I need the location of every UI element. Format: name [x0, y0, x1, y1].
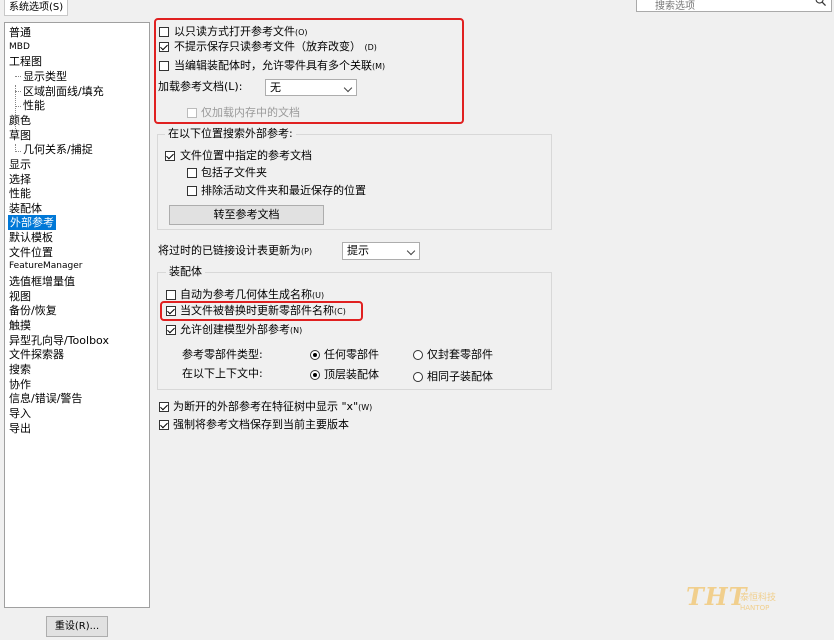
search-locations-title: 在以下位置搜索外部参考:: [165, 127, 296, 141]
chevron-down-icon: [343, 83, 353, 93]
force-save-label: 强制将参考文档保存到当前主要版本: [173, 418, 349, 431]
outdated-design-table-label: 将过时的已链接设计表更新为(P): [158, 244, 313, 257]
tree-item[interactable]: 默认模板: [9, 230, 53, 245]
outdated-design-table-select[interactable]: 提示: [342, 242, 420, 260]
memory-only-label: 仅加载内存中的文档: [201, 106, 300, 119]
company-name: 泰恒科技 HANTOP: [740, 593, 777, 612]
options-tree[interactable]: 普通 MBD 工程图 显示类型 区域剖面线/填充 性能 颜色 草图 几何关系/捕捉 显示 选择 性能装…: [4, 22, 150, 608]
context-same-label: 相同子装配体: [427, 370, 493, 383]
goto-references-button[interactable]: 转至参考文档: [169, 205, 324, 225]
context-top-label: 顶层装配体: [324, 368, 379, 381]
open-readonly-checkbox[interactable]: [159, 27, 169, 37]
tree-item[interactable]: 导入: [9, 406, 31, 421]
context-label: 在以下上下文中:: [182, 367, 263, 380]
ref-type-envelope-radio[interactable]: [413, 350, 423, 360]
exclude-active-checkbox[interactable]: [187, 186, 197, 196]
file-locations-checkbox[interactable]: [165, 151, 175, 161]
tree-item[interactable]: 工程图: [9, 54, 42, 69]
file-locations-label: 文件位置中指定的参考文档: [180, 149, 312, 162]
tree-item[interactable]: 外部参考: [8, 215, 56, 231]
reset-button[interactable]: 重设(R)...: [46, 616, 108, 637]
tree-item[interactable]: 搜索: [9, 362, 31, 377]
company-logo: THT: [686, 582, 748, 611]
tree-item[interactable]: 触摸: [9, 318, 31, 333]
context-same-radio[interactable]: [413, 372, 423, 382]
tree-item[interactable]: 显示类型: [23, 69, 67, 84]
tree-item[interactable]: 普通: [9, 25, 31, 40]
tree-item[interactable]: FeatureManager: [9, 259, 82, 274]
include-subfolders-label: 包括子文件夹: [201, 166, 267, 179]
ref-type-envelope-label: 仅封套零部件: [427, 348, 493, 361]
tree-item[interactable]: 选择: [9, 172, 31, 187]
search-input[interactable]: 搜索选项: [655, 0, 695, 12]
tree-item[interactable]: 文件位置: [9, 245, 53, 260]
multi-context-checkbox[interactable]: [159, 61, 169, 71]
update-names-checkbox[interactable]: [166, 306, 176, 316]
chevron-down-icon: [406, 246, 416, 256]
load-references-label: 加载参考文档(L):: [158, 80, 243, 93]
tree-item[interactable]: 性能: [23, 98, 45, 113]
tree-item[interactable]: 区域剖面线/填充: [23, 84, 104, 99]
tree-item[interactable]: 性能: [9, 186, 31, 201]
ref-type-label: 参考零部件类型:: [182, 348, 263, 361]
tree-connector: [15, 76, 21, 77]
load-references-select[interactable]: 无: [265, 79, 357, 96]
update-names-label: 当文件被替换时更新零部件名称(C): [180, 304, 346, 317]
multi-context-label: 当编辑装配体时，允许零件具有多个关联(M): [174, 59, 386, 72]
exclude-active-label: 排除活动文件夹和最近保存的位置: [201, 184, 366, 197]
show-broken-x-checkbox[interactable]: [159, 402, 169, 412]
memory-only-checkbox[interactable]: [187, 108, 197, 118]
tree-connector: [15, 106, 21, 107]
search-icon[interactable]: [815, 0, 826, 6]
tree-item[interactable]: 信息/错误/警告: [9, 391, 82, 406]
tree-item[interactable]: MBD: [9, 40, 30, 55]
tree-item[interactable]: 导出: [9, 421, 31, 436]
search-box[interactable]: 搜索选项: [636, 0, 832, 12]
ref-type-any-label: 任何零部件: [324, 348, 379, 361]
auto-name-checkbox[interactable]: [166, 290, 176, 300]
tree-item[interactable]: 颜色: [9, 113, 31, 128]
tree-connector: [15, 151, 21, 152]
tree-item[interactable]: 文件探索器: [9, 347, 64, 362]
assembly-group-title: 装配体: [166, 265, 205, 279]
ref-type-any-radio[interactable]: [310, 350, 320, 360]
context-top-radio[interactable]: [310, 370, 320, 380]
allow-external-refs-checkbox[interactable]: [166, 325, 176, 335]
allow-external-refs-label: 允许创建模型外部参考(N): [180, 323, 303, 336]
tree-item[interactable]: 协作: [9, 377, 31, 392]
tree-item[interactable]: 装配体: [9, 201, 42, 216]
tree-item[interactable]: 草图: [9, 128, 31, 143]
tree-connector: [15, 91, 21, 92]
tree-item[interactable]: 显示: [9, 157, 31, 172]
include-subfolders-checkbox[interactable]: [187, 168, 197, 178]
tree-item[interactable]: 异型孔向导/Toolbox: [9, 333, 109, 348]
tree-item[interactable]: 选值框增量值: [9, 274, 75, 289]
tree-item[interactable]: 视图: [9, 289, 31, 304]
open-readonly-label: 以只读方式打开参考文件(O): [174, 25, 308, 38]
tab-system-options[interactable]: 系统选项(S): [4, 0, 69, 16]
no-prompt-save-checkbox[interactable]: [159, 42, 169, 52]
tree-item[interactable]: 几何关系/捕捉: [23, 142, 93, 157]
no-prompt-save-label: 不提示保存只读参考文件（放弃改变） (D): [174, 40, 377, 53]
force-save-checkbox[interactable]: [159, 420, 169, 430]
show-broken-x-label: 为断开的外部参考在特征树中显示 "x"(W): [173, 400, 373, 413]
tree-item[interactable]: 备份/恢复: [9, 303, 57, 318]
